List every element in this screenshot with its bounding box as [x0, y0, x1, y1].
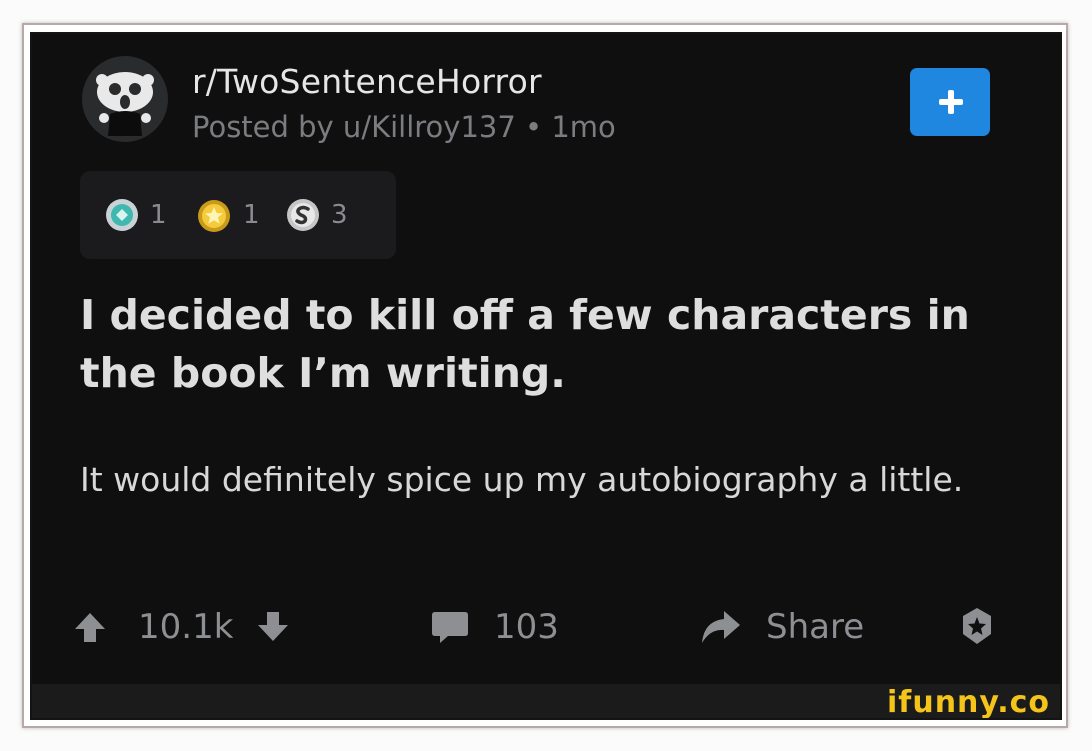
snoo-icon: [96, 72, 154, 136]
downvote-arrow-icon[interactable]: [255, 609, 291, 645]
post-body: It would definitely spice up my autobiog…: [80, 460, 964, 499]
helpful-award-icon: [106, 199, 138, 231]
vote-score: 10.1k: [138, 607, 234, 647]
share-button[interactable]: Share: [698, 602, 864, 652]
gold-award-icon: [198, 200, 230, 232]
share-arrow-icon: [702, 611, 740, 643]
award-count: 3: [331, 200, 348, 230]
award-helpful[interactable]: 1: [104, 195, 167, 235]
post-title[interactable]: I decided to kill off a few characters i…: [80, 286, 1020, 402]
ifunny-watermark: ifunny.co: [887, 685, 1050, 720]
award-silver[interactable]: 3: [285, 195, 348, 235]
silver-award-icon: [287, 199, 319, 231]
share-label: Share: [766, 607, 865, 647]
subreddit-name[interactable]: r/TwoSentenceHorror: [192, 62, 542, 101]
comment-count: 103: [494, 607, 559, 647]
post-card: r/TwoSentenceHorror Posted by u/Killroy1…: [30, 32, 1062, 720]
subreddit-avatar[interactable]: [82, 56, 168, 142]
award-star-icon: [963, 608, 991, 644]
join-button[interactable]: [910, 68, 990, 136]
award-gold[interactable]: 1: [195, 195, 260, 235]
award-count: 1: [243, 200, 260, 230]
comment-bubble-icon: [432, 612, 468, 643]
post-meta: Posted by u/Killroy137 • 1mo: [192, 110, 616, 144]
awards-bar[interactable]: 1 1 3: [80, 171, 396, 259]
upvote-arrow-icon[interactable]: [72, 609, 108, 645]
award-button[interactable]: [956, 602, 998, 652]
vote-controls: 10.1k: [72, 602, 291, 652]
comments-button[interactable]: 103: [430, 602, 559, 652]
award-count: 1: [150, 200, 167, 230]
